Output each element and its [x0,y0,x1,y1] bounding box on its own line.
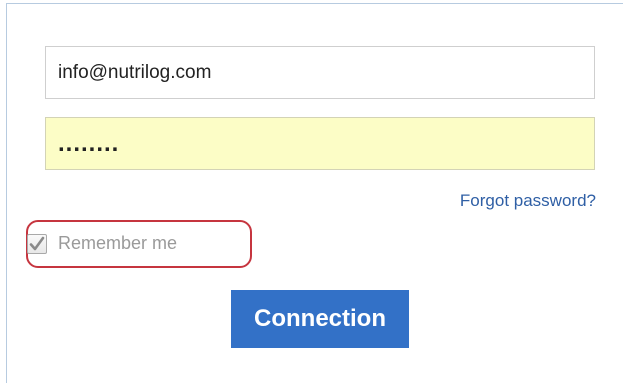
email-field[interactable] [45,46,595,99]
checkmark-icon [29,236,45,251]
password-field[interactable] [45,117,595,170]
forgot-password-link[interactable]: Forgot password? [460,191,596,211]
connection-button[interactable]: Connection [231,290,409,348]
remember-me-checkbox[interactable] [27,234,47,254]
remember-me-label[interactable]: Remember me [58,233,177,254]
